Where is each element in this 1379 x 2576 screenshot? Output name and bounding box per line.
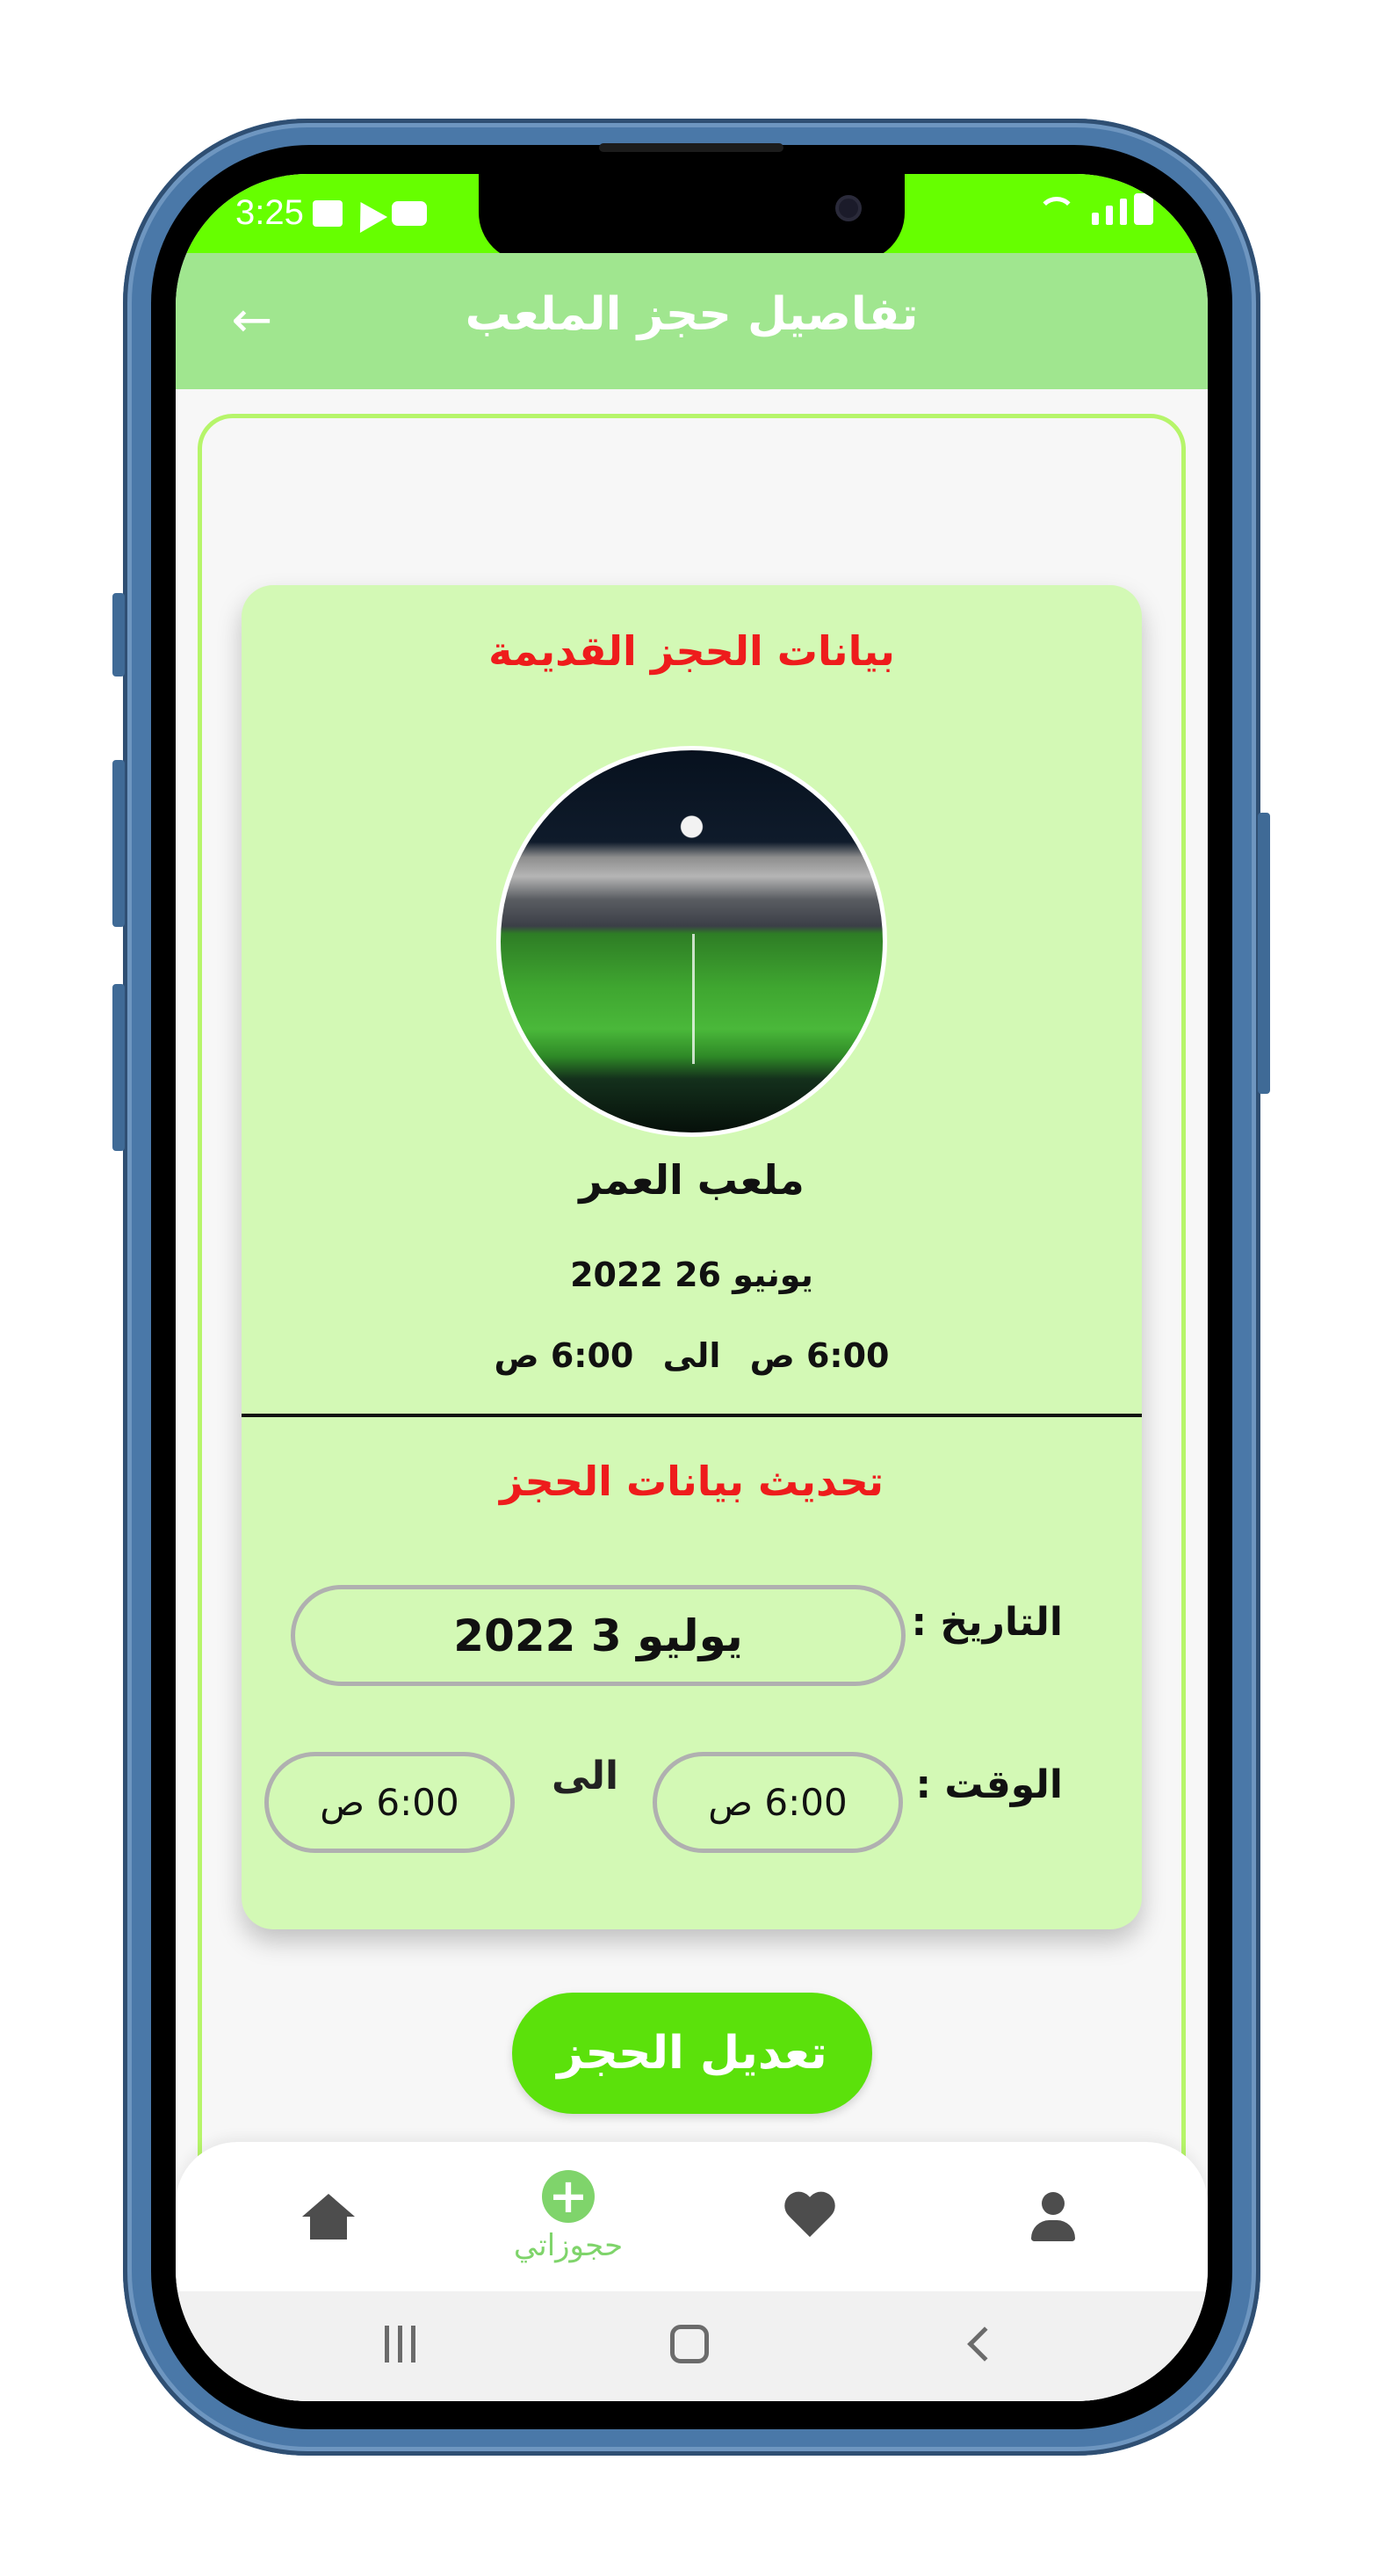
time-from-value: 6:00 ص [708,1781,848,1824]
status-left: 3:25 [235,193,427,233]
recent-apps-icon [384,2326,415,2363]
pitch-line [691,933,695,1064]
wifi-icon [1037,197,1076,225]
divider [242,1414,1142,1417]
silent-switch [112,593,125,677]
old-time-to: 6:00 ص [494,1336,634,1375]
home-button[interactable] [659,2318,720,2370]
display-notch [479,174,905,262]
status-time: 3:25 [235,193,304,232]
nav-item-profile[interactable] [973,2142,1131,2291]
update-booking-title: تحديث بيانات الحجز [499,1458,884,1505]
status-right [1037,193,1153,225]
chevron-left-icon [967,2326,1002,2362]
home-icon [302,2194,355,2240]
app-bar: ← تفاصيل حجز الملعب [176,253,1208,389]
signal-bar [1106,206,1113,225]
phone-screen: 3:25 ← تفاصيل حجز الملعب بيانات الحجز ال… [176,174,1208,2401]
add-circle-icon: + [542,2170,595,2223]
system-nav-bar [176,2291,1208,2401]
time-to-field[interactable]: 6:00 ص [264,1752,515,1853]
booking-card: بيانات الحجز القديمة ملعب العمر يونيو 26… [242,585,1142,1929]
recent-apps-button[interactable] [369,2318,430,2370]
edit-booking-button[interactable]: تعديل الحجز [512,1993,872,2114]
time-from-field[interactable]: 6:00 ص [653,1752,903,1853]
old-time-from: 6:00 ص [749,1336,890,1375]
old-booking-title: بيانات الحجز القديمة [488,627,895,675]
system-back-button[interactable] [949,2318,1010,2370]
volume-down-button [112,984,125,1151]
date-value: يوليو 3 2022 [453,1610,743,1661]
front-camera [835,195,862,221]
date-label: التاريخ : [911,1600,1063,1645]
nav-item-home[interactable] [249,2142,408,2291]
time-to-value: 6:00 ص [320,1781,459,1824]
person-icon [1028,2192,1077,2241]
power-button [1258,813,1270,1094]
telegram-icon [346,193,387,233]
signal-icon [1092,213,1099,225]
battery-icon [1134,193,1153,225]
heart-icon [783,2193,836,2240]
page-title: تفاصيل حجز الملعب [465,288,919,341]
volume-up-button [112,760,125,927]
stadium-name: ملعب العمر [579,1156,805,1204]
youtube-icon [391,200,427,226]
bottom-nav: + حجوزاتي [176,2142,1208,2291]
old-time-separator: الى [662,1336,721,1375]
nav-label-my-bookings: حجوزاتي [513,2228,624,2263]
speaker-slot [599,143,783,152]
gallery-icon [312,199,343,227]
time-label: الوقت : [915,1762,1064,1807]
signal-bar [1120,199,1127,225]
stadium-image [496,746,887,1137]
home-circle-icon [670,2325,709,2363]
time-separator: الى [552,1754,619,1798]
old-booking-time: 6:00 ص الى 6:00 ص [242,1336,1142,1375]
nav-item-favorites[interactable] [731,2142,889,2291]
nav-item-my-bookings[interactable]: + حجوزاتي [489,2142,647,2291]
date-picker-field[interactable]: يوليو 3 2022 [291,1585,906,1686]
old-booking-date: يونيو 26 2022 [570,1255,813,1294]
